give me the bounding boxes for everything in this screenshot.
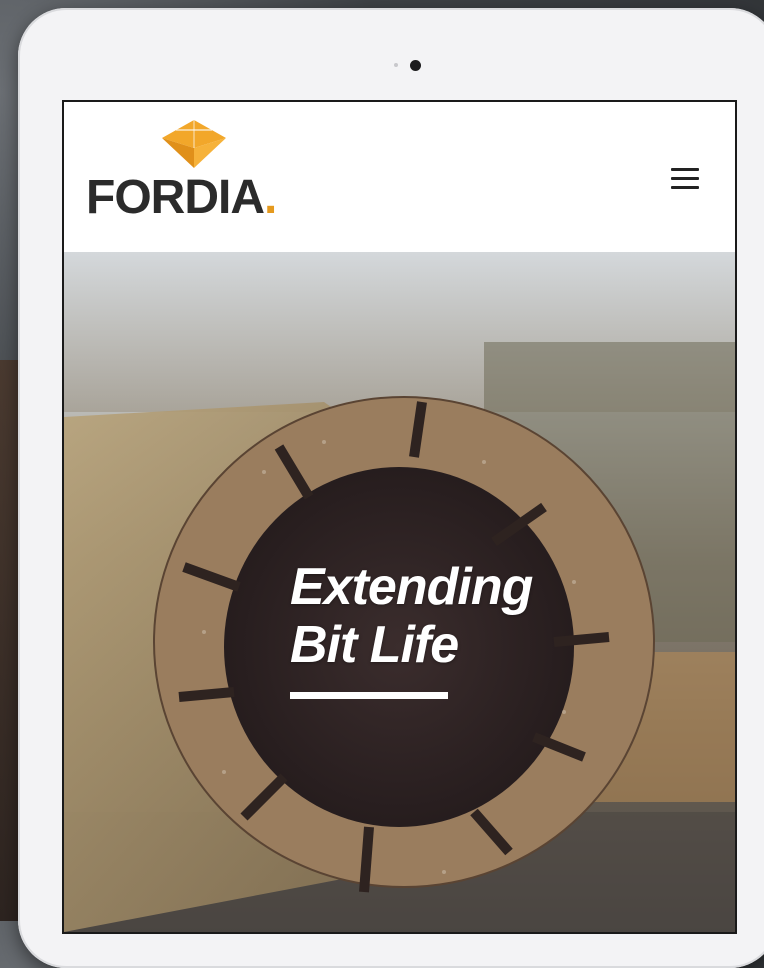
logo-name: FORDIA [86,171,265,224]
tablet-screen: FORDIA. Extending Bit Life [62,100,737,934]
hero-underline [290,692,448,699]
site-header: FORDIA. [64,102,735,252]
camera-sensor [394,63,398,67]
front-camera [410,60,421,71]
diamond-drill-bit-icon [162,120,226,168]
hero-title: Extending Bit Life [290,558,533,674]
hero-title-line-2: Bit Life [290,616,459,674]
hero-title-line-1: Extending [290,558,533,616]
logo-wordmark: FORDIA. [86,170,277,225]
logo-dot: . [263,171,277,224]
hamburger-menu-icon[interactable] [665,160,705,196]
hero-banner: Extending Bit Life [64,252,735,932]
fordia-logo[interactable]: FORDIA. [86,116,336,236]
